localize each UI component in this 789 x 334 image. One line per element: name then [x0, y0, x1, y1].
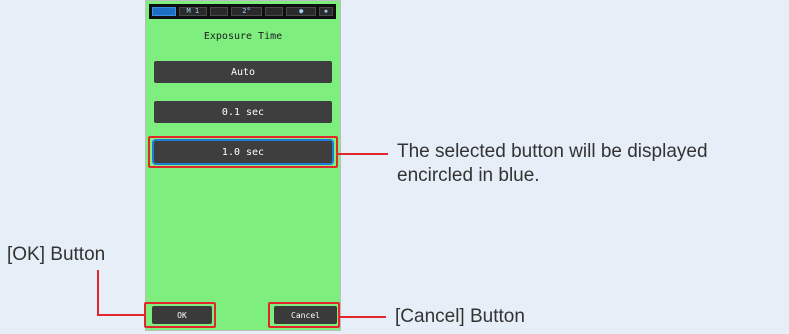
cancel-highlight-box [268, 302, 340, 328]
selected-annotation: The selected button will be displayed en… [397, 140, 787, 188]
meter-indicator: ● [286, 7, 317, 16]
status-bar: M 1 2° ● ▪ [149, 4, 336, 19]
status-end-icon: ▪ [319, 7, 333, 16]
angle-indicator: 2° [230, 7, 263, 16]
option-0-1-sec-button[interactable]: 0.1 sec [154, 101, 332, 123]
ok-callout-line-horizontal [97, 314, 144, 316]
ok-callout-line-vertical [97, 270, 99, 316]
screen-title: Exposure Time [203, 31, 283, 42]
selected-highlight-box [148, 136, 338, 168]
selected-annotation-line2: encircled in blue. [397, 165, 540, 186]
cancel-callout-line [340, 316, 386, 318]
ok-highlight-box [144, 302, 216, 328]
option-auto-button[interactable]: Auto [154, 61, 332, 83]
mode-indicator: M 1 [178, 7, 207, 16]
status-segment [265, 7, 284, 16]
selected-annotation-line1: The selected button will be displayed [397, 141, 708, 162]
ok-annotation: [OK] Button [7, 244, 106, 265]
battery-icon [152, 7, 176, 16]
selected-callout-line [338, 153, 388, 155]
cancel-annotation: [Cancel] Button [395, 306, 525, 327]
status-segment [209, 7, 228, 16]
